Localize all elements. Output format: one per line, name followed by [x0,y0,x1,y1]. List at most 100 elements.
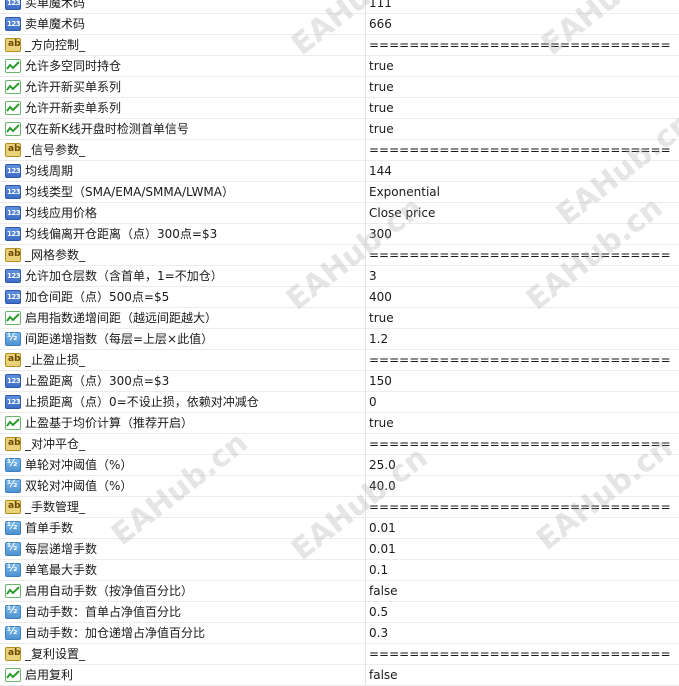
table-row[interactable]: 自动手数：加仓递增占净值百分比 0.3 [0,623,679,644]
table-row[interactable]: _对冲平仓_ ============================== [0,434,679,455]
table-row[interactable]: 首单手数 0.01 [0,518,679,539]
parameter-name-cell: _对冲平仓_ [0,434,366,454]
parameter-value[interactable]: true [369,59,394,73]
parameter-name: _止盈止损_ [25,353,86,367]
parameter-value[interactable]: false [369,584,398,598]
table-row[interactable]: 每层递增手数 0.01 [0,539,679,560]
table-row[interactable]: 均线类型（SMA/EMA/SMMA/LWMA） Exponential [0,182,679,203]
parameter-value[interactable]: 25.0 [369,458,396,472]
parameter-value[interactable]: 0.5 [369,605,388,619]
parameter-value[interactable]: Close price [369,206,435,220]
double-type-icon [5,458,21,472]
parameter-value[interactable]: ============================== [369,248,671,262]
integer-type-icon [5,227,21,241]
table-row[interactable]: 均线应用价格 Close price [0,203,679,224]
string-type-icon [5,353,21,367]
boolean-type-icon [5,80,21,94]
table-row[interactable]: 启用自动手数（按净值百分比） false [0,581,679,602]
parameter-value[interactable]: ============================== [369,500,671,514]
parameter-name: 买单魔术码 [25,0,86,10]
parameter-value[interactable]: ============================== [369,38,671,52]
parameter-value[interactable]: ============================== [369,437,671,451]
boolean-type-icon [5,584,21,598]
table-row[interactable]: 加仓间距（点）500点=$5 400 [0,287,679,308]
parameter-value[interactable]: 0.01 [369,521,396,535]
table-row[interactable]: 单笔最大手数 0.1 [0,560,679,581]
integer-type-icon [5,374,21,388]
parameter-value[interactable]: true [369,80,394,94]
table-row[interactable]: 止盈距离（点）300点=$3 150 [0,371,679,392]
parameter-name: 自动手数：加仓递增占净值百分比 [25,626,206,640]
table-row[interactable]: _网格参数_ ============================== [0,245,679,266]
parameter-name-cell: 止盈基于均价计算（推荐开启） [0,413,366,433]
parameter-value[interactable]: 400 [369,290,392,304]
parameter-value[interactable]: 300 [369,227,392,241]
parameter-name-cell: _网格参数_ [0,245,366,265]
parameter-name: _信号参数_ [25,143,86,157]
parameter-value[interactable]: 666 [369,17,392,31]
integer-type-icon [5,395,21,409]
parameter-value[interactable]: Exponential [369,185,440,199]
parameter-name: _手数管理_ [25,500,86,514]
table-row[interactable]: 止盈基于均价计算（推荐开启） true [0,413,679,434]
parameter-value[interactable]: ============================== [369,353,671,367]
parameter-name-cell: _止盈止损_ [0,350,366,370]
parameter-name: 首单手数 [25,521,74,535]
table-row[interactable]: _止盈止损_ ============================== [0,350,679,371]
string-type-icon [5,143,21,157]
parameter-value[interactable]: 0 [369,395,377,409]
parameter-name-cell: 自动手数：首单占净值百分比 [0,602,366,622]
parameter-value[interactable]: 0.1 [369,563,388,577]
table-row[interactable]: 仅在新K线开盘时检测首单信号 true [0,119,679,140]
table-row[interactable]: 自动手数：首单占净值百分比 0.5 [0,602,679,623]
table-row[interactable]: 单轮对冲阈值（%） 25.0 [0,455,679,476]
parameter-value[interactable]: ============================== [369,647,671,661]
parameter-value[interactable]: true [369,101,394,115]
parameter-name-cell: 间距递增指数（每层=上层×此值） [0,329,366,349]
table-row[interactable]: _信号参数_ ============================== [0,140,679,161]
parameter-name: 仅在新K线开盘时检测首单信号 [25,122,189,136]
string-type-icon [5,437,21,451]
table-row[interactable]: 启用复利 false [0,665,679,686]
table-row[interactable]: 允许开新卖单系列 true [0,98,679,119]
parameter-name-cell: 单笔最大手数 [0,560,366,580]
table-row[interactable]: _手数管理_ ============================== [0,497,679,518]
parameter-name: 均线周期 [25,164,74,178]
double-type-icon [5,332,21,346]
table-row[interactable]: 均线偏离开仓距离（点）300点=$3 300 [0,224,679,245]
table-row[interactable]: _方向控制_ ============================== [0,35,679,56]
parameter-value[interactable]: 0.3 [369,626,388,640]
table-row[interactable]: 止损距离（点）0=不设止损，依赖对冲减仓 0 [0,392,679,413]
table-row[interactable]: 间距递增指数（每层=上层×此值） 1.2 [0,329,679,350]
parameter-name-cell: 每层递增手数 [0,539,366,559]
parameter-name: 允许加仓层数（含首单，1=不加仓） [25,269,223,283]
parameter-value[interactable]: 0.01 [369,542,396,556]
parameter-value[interactable]: true [369,122,394,136]
parameter-value[interactable]: 3 [369,269,377,283]
table-row[interactable]: 启用指数递增间距（越远间距越大） true [0,308,679,329]
parameter-name: 止损距离（点）0=不设止损，依赖对冲减仓 [25,395,259,409]
table-row[interactable]: 允许开新买单系列 true [0,77,679,98]
parameter-value[interactable]: true [369,416,394,430]
boolean-type-icon [5,101,21,115]
parameter-value[interactable]: 150 [369,374,392,388]
parameter-name: 允许多空同时持仓 [25,59,122,73]
parameter-value[interactable]: ============================== [369,143,671,157]
parameter-value[interactable]: 40.0 [369,479,396,493]
parameter-name: _对冲平仓_ [25,437,86,451]
parameter-value[interactable]: true [369,311,394,325]
parameter-value[interactable]: 111 [369,0,392,10]
table-row[interactable]: 允许多空同时持仓 true [0,56,679,77]
string-type-icon [5,38,21,52]
table-row[interactable]: 卖单魔术码 666 [0,14,679,35]
table-row[interactable]: 双轮对冲阈值（%） 40.0 [0,476,679,497]
parameter-name: 允许开新买单系列 [25,80,122,94]
table-row[interactable]: _复利设置_ ============================== [0,644,679,665]
table-row[interactable]: 买单魔术码 111 [0,0,679,14]
parameter-value[interactable]: 144 [369,164,392,178]
table-row[interactable]: 均线周期 144 [0,161,679,182]
table-row[interactable]: 允许加仓层数（含首单，1=不加仓） 3 [0,266,679,287]
parameter-name-cell: 仅在新K线开盘时检测首单信号 [0,119,366,139]
parameter-value[interactable]: 1.2 [369,332,388,346]
integer-type-icon [5,206,21,220]
